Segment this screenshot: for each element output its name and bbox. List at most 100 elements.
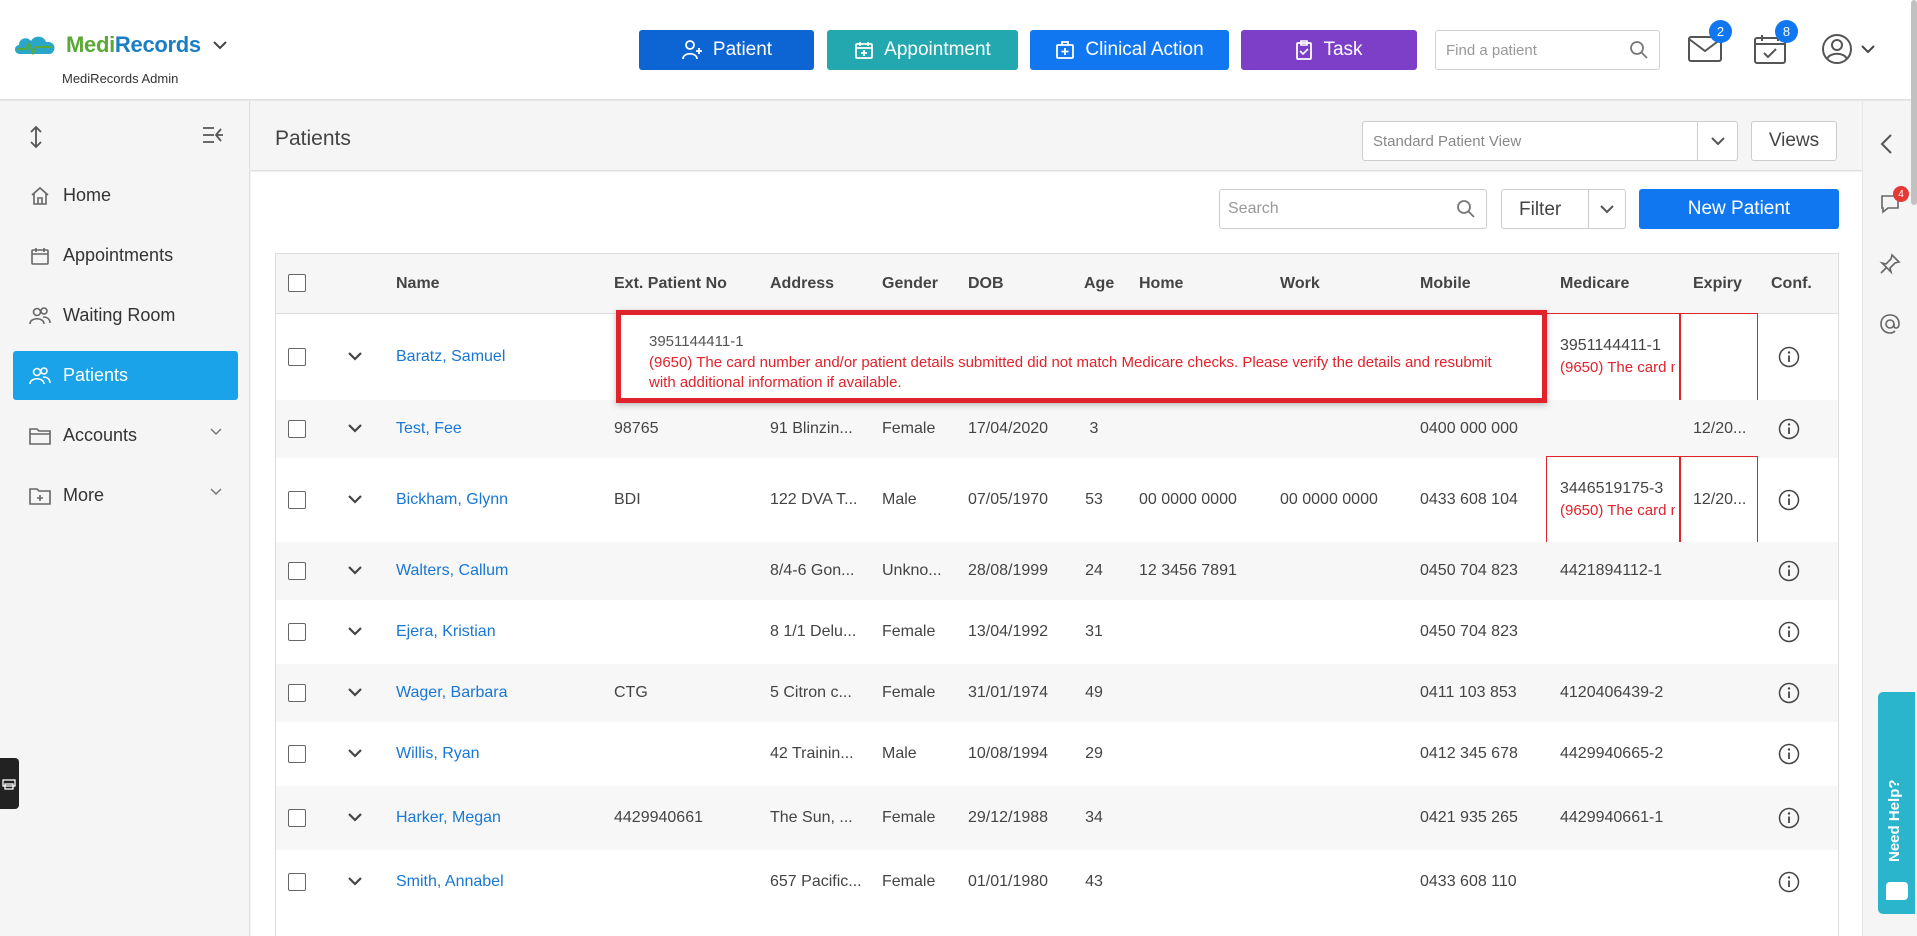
- user-avatar-icon: [1822, 34, 1852, 64]
- search-icon[interactable]: [1629, 40, 1649, 60]
- chevron-left-icon[interactable]: [1879, 133, 1893, 155]
- column-header-conf[interactable]: Conf.: [1771, 275, 1812, 293]
- new-patient-button[interactable]: New Patient: [1639, 189, 1839, 229]
- views-button[interactable]: Views: [1751, 121, 1837, 161]
- row-checkbox[interactable]: [288, 491, 306, 509]
- info-icon[interactable]: [1778, 807, 1800, 829]
- cell-name[interactable]: Test, Fee: [396, 420, 596, 438]
- column-header-expiry[interactable]: Expiry: [1693, 275, 1742, 293]
- table-row[interactable]: Ejera, Kristian 8 1/1 Delu... Female 13/04/…: [276, 600, 1838, 664]
- table-row[interactable]: Test, Fee 98765 91 Blinzin... Female 17/04/2…: [276, 400, 1838, 458]
- expand-row-chevron-icon[interactable]: [348, 813, 362, 822]
- cell-name[interactable]: Harker, Megan: [396, 809, 596, 827]
- collapse-sidebar-icon[interactable]: [202, 125, 224, 145]
- resize-vertical-icon[interactable]: [28, 125, 44, 149]
- column-header-medicare[interactable]: Medicare: [1560, 275, 1629, 293]
- filter-dropdown-toggle[interactable]: [1588, 190, 1625, 228]
- patients-content: Filter New Patient Name Ext. Patient No …: [251, 172, 1862, 936]
- patient-view-select[interactable]: Standard Patient View: [1362, 121, 1738, 161]
- column-header-mobile[interactable]: Mobile: [1420, 275, 1471, 293]
- row-checkbox[interactable]: [288, 745, 306, 763]
- new-patient-action-button[interactable]: Patient: [639, 30, 814, 70]
- column-header-age[interactable]: Age: [1084, 275, 1114, 293]
- column-header-address[interactable]: Address: [770, 275, 834, 293]
- expand-row-chevron-icon[interactable]: [348, 688, 362, 697]
- sidebar-item-appointments[interactable]: Appointments: [13, 231, 238, 280]
- cell-name[interactable]: Ejera, Kristian: [396, 623, 596, 641]
- table-row[interactable]: Harker, Megan 4429940661 The Sun, ... Femal…: [276, 786, 1838, 850]
- info-icon[interactable]: [1778, 489, 1800, 511]
- table-row[interactable]: Bickham, Glynn BDI 122 DVA T... Male 07/05/1…: [276, 456, 1838, 544]
- new-task-button[interactable]: Task: [1241, 30, 1417, 70]
- search-icon[interactable]: [1456, 199, 1476, 219]
- cell-name[interactable]: Walters, Callum: [396, 562, 596, 580]
- row-checkbox[interactable]: [288, 562, 306, 580]
- cell-name[interactable]: Willis, Ryan: [396, 745, 596, 763]
- sidebar-item-patients[interactable]: Patients: [13, 351, 238, 400]
- expand-row-chevron-icon[interactable]: [348, 877, 362, 886]
- table-row[interactable]: Willis, Ryan 42 Trainin... Male 10/08/1994 2…: [276, 722, 1838, 786]
- expand-row-chevron-icon[interactable]: [348, 495, 362, 504]
- cell-name[interactable]: Bickham, Glynn: [396, 491, 596, 509]
- page-scrollbar[interactable]: [1911, 0, 1917, 205]
- user-menu[interactable]: [1821, 33, 1875, 65]
- pin-icon[interactable]: [1879, 253, 1901, 275]
- cell-age: 29: [1085, 745, 1103, 762]
- row-checkbox[interactable]: [288, 809, 306, 827]
- column-header-name[interactable]: Name: [396, 275, 440, 293]
- info-icon[interactable]: [1778, 743, 1800, 765]
- table-row[interactable]: Walters, Callum 8/4-6 Gon... Unkno... 28/08…: [276, 542, 1838, 600]
- row-checkbox[interactable]: [288, 623, 306, 641]
- row-checkbox[interactable]: [288, 348, 306, 366]
- clipboard-check-icon: [1296, 40, 1313, 60]
- row-checkbox[interactable]: [288, 873, 306, 891]
- cell-gender: Male: [882, 745, 917, 762]
- find-patient-input[interactable]: [1436, 31, 1616, 69]
- column-header-dob[interactable]: DOB: [968, 275, 1004, 293]
- cell-dob: 01/01/1980: [968, 873, 1049, 890]
- sidebar-item-waiting-room[interactable]: Waiting Room: [13, 291, 238, 340]
- cell-name[interactable]: Smith, Annabel: [396, 873, 596, 891]
- column-header-gender[interactable]: Gender: [882, 275, 938, 293]
- app-logo[interactable]: MediRecords: [12, 32, 227, 58]
- info-icon[interactable]: [1778, 682, 1800, 704]
- sidebar-item-more[interactable]: More: [13, 471, 238, 520]
- messages-button[interactable]: 2: [1687, 20, 1732, 69]
- info-icon[interactable]: [1778, 346, 1800, 368]
- select-all-checkbox[interactable]: [288, 274, 306, 292]
- row-checkbox[interactable]: [288, 420, 306, 438]
- sidebar-item-accounts[interactable]: Accounts: [13, 411, 238, 460]
- side-drawer-tab[interactable]: [0, 758, 19, 809]
- find-patient-search[interactable]: [1435, 30, 1660, 70]
- column-header-work[interactable]: Work: [1280, 275, 1320, 293]
- filter-button[interactable]: Filter: [1501, 189, 1626, 229]
- row-checkbox[interactable]: [288, 684, 306, 702]
- info-icon[interactable]: [1778, 560, 1800, 582]
- view-dropdown-toggle[interactable]: [1697, 122, 1737, 160]
- patient-search-input[interactable]: [1220, 190, 1440, 228]
- tasks-calendar-button[interactable]: 8: [1753, 20, 1798, 69]
- cell-name[interactable]: Baratz, Samuel: [396, 348, 596, 366]
- expand-row-chevron-icon[interactable]: [348, 749, 362, 758]
- column-header-home[interactable]: Home: [1139, 275, 1183, 293]
- expand-row-chevron-icon[interactable]: [348, 566, 362, 575]
- table-row[interactable]: Wager, Barbara CTG 5 Citron c... Female 31/0…: [276, 664, 1838, 722]
- expand-row-chevron-icon[interactable]: [348, 627, 362, 636]
- need-help-tab[interactable]: Need Help?: [1878, 692, 1915, 914]
- info-icon[interactable]: [1778, 418, 1800, 440]
- cell-name[interactable]: Wager, Barbara: [396, 684, 596, 702]
- chevron-down-icon[interactable]: [213, 40, 227, 50]
- expand-row-chevron-icon[interactable]: [348, 424, 362, 433]
- sidebar-item-home[interactable]: Home: [13, 171, 238, 220]
- clinical-action-button[interactable]: Clinical Action: [1030, 30, 1229, 70]
- cell-dob: 17/04/2020: [968, 420, 1049, 437]
- info-icon[interactable]: [1778, 871, 1800, 893]
- column-header-ext-patient-no[interactable]: Ext. Patient No: [614, 275, 727, 293]
- info-icon[interactable]: [1778, 621, 1800, 643]
- new-appointment-button[interactable]: Appointment: [827, 30, 1018, 70]
- expand-row-chevron-icon[interactable]: [348, 352, 362, 361]
- at-mention-icon[interactable]: [1879, 313, 1901, 335]
- table-row[interactable]: Smith, Annabel 657 Pacific... Female 01/01/…: [276, 850, 1838, 914]
- patient-search[interactable]: [1219, 189, 1487, 229]
- cell-age: 24: [1085, 562, 1103, 579]
